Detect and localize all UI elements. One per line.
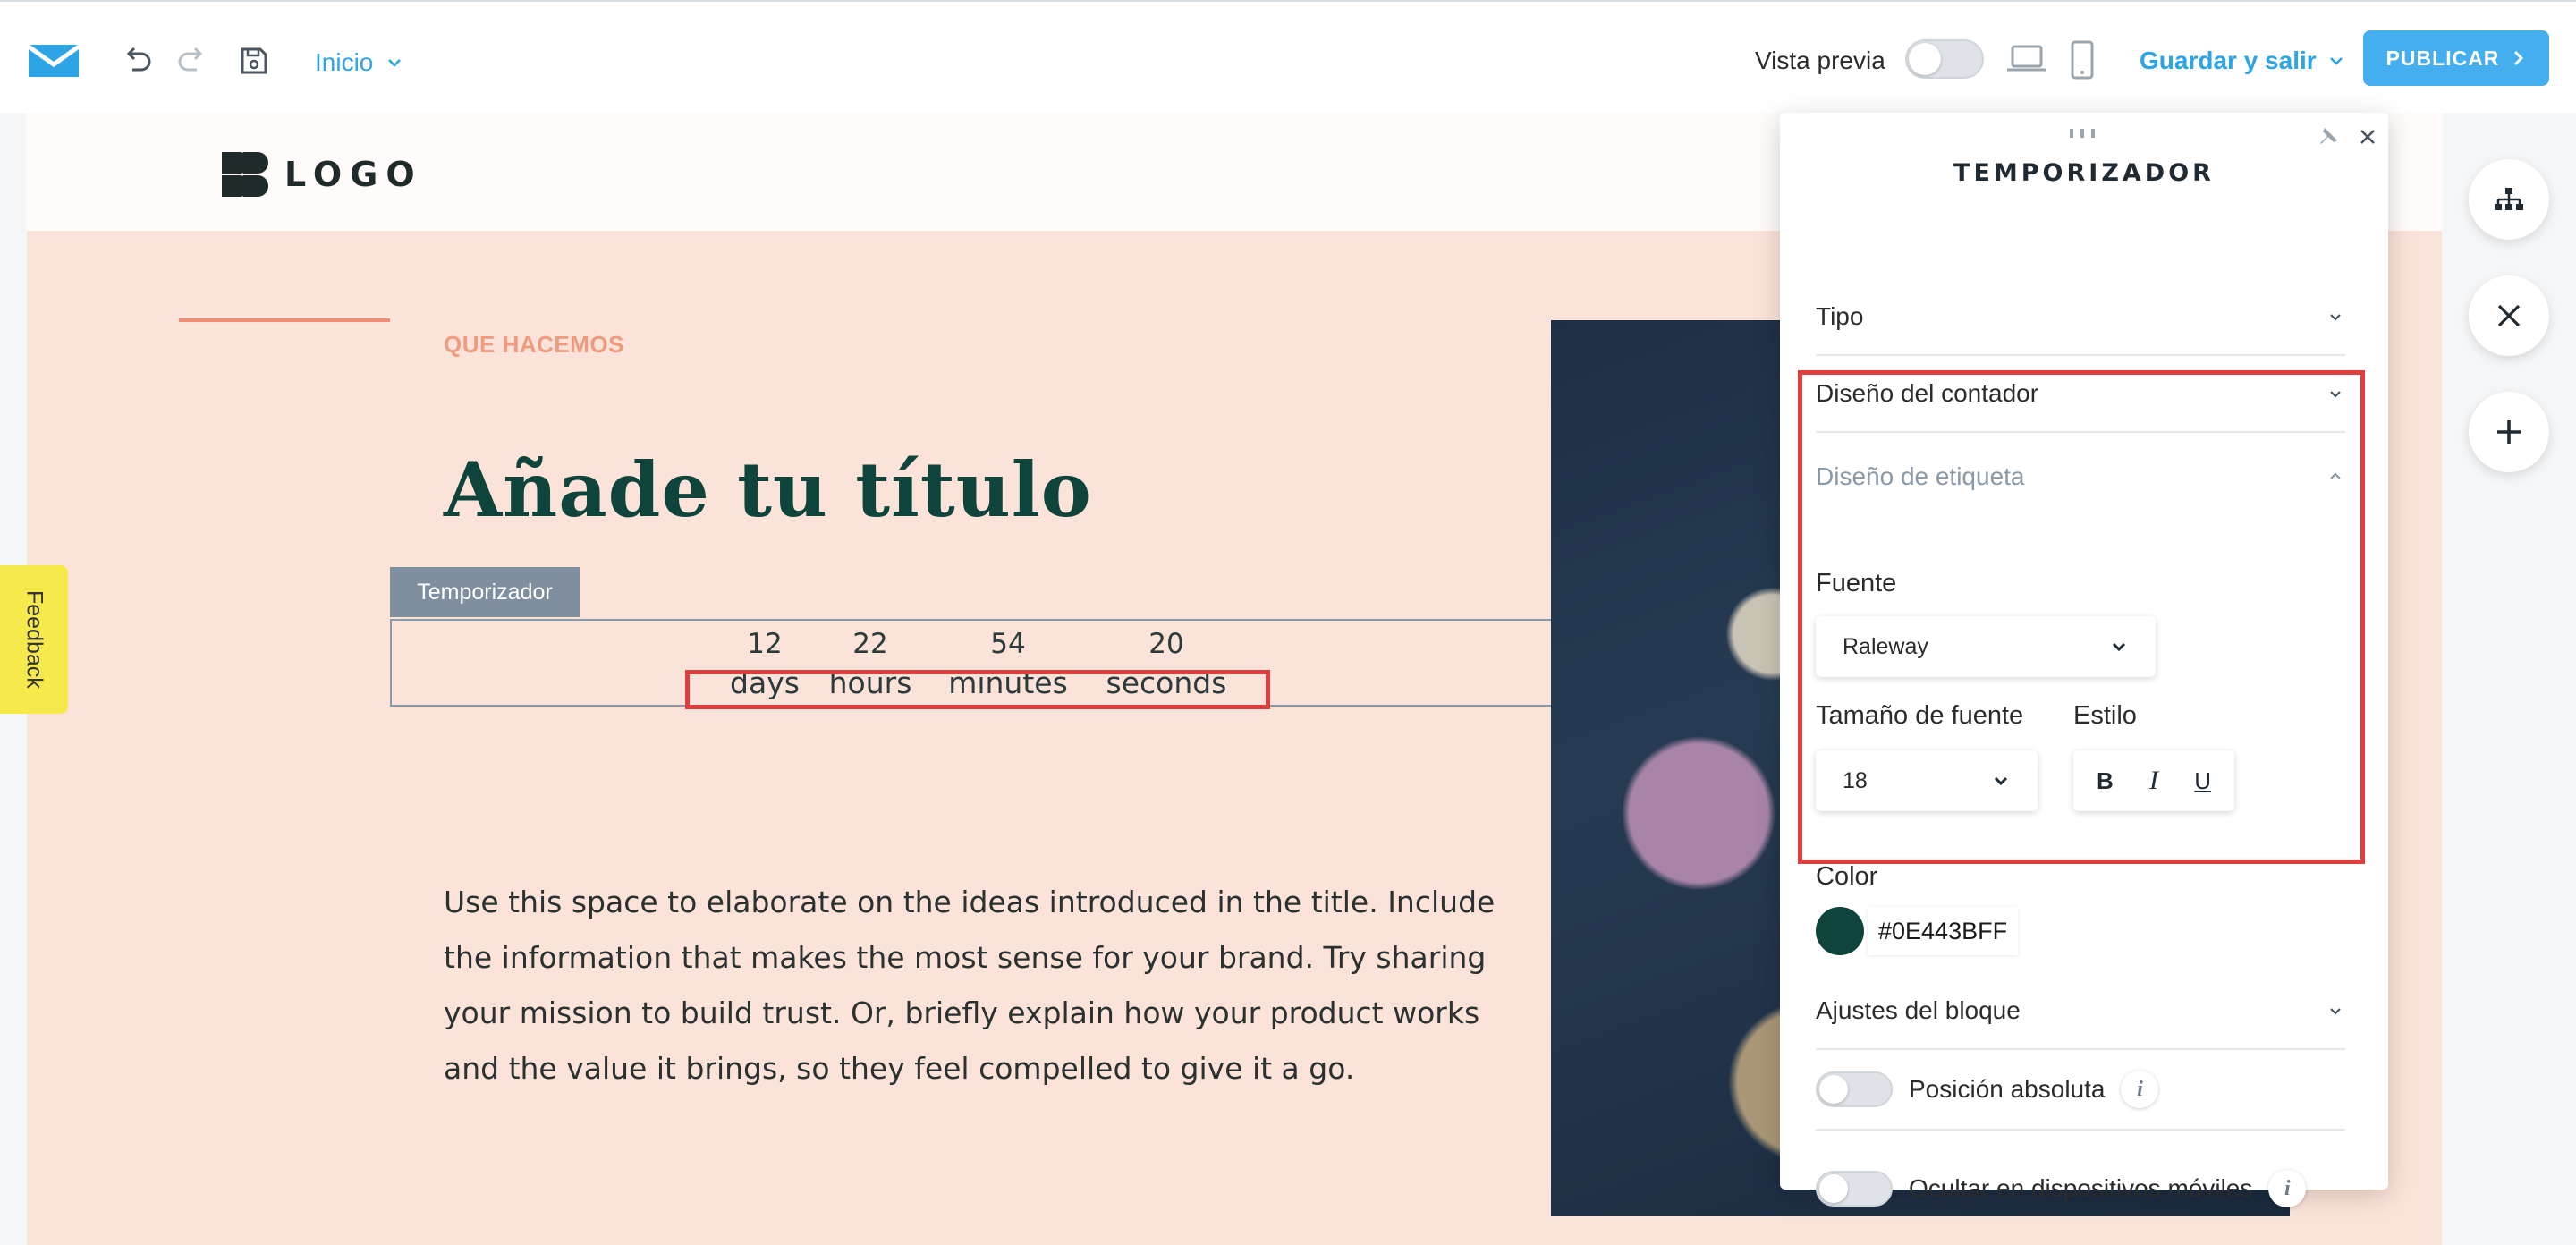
top-toolbar: Inicio Vista previa Guardar y salir PUBL… xyxy=(0,0,2576,113)
accordion-block-settings-label: Ajustes del bloque xyxy=(1816,996,2021,1024)
page-selector[interactable]: Inicio xyxy=(315,45,403,80)
section-headline[interactable]: Añade tu título xyxy=(444,445,1092,534)
body-line: Use this space to elaborate on the ideas… xyxy=(444,885,1496,919)
color-hex-input[interactable]: #0E443BFF xyxy=(1868,907,2019,955)
site-logo[interactable]: LOGO xyxy=(222,152,423,197)
chevron-down-icon xyxy=(2329,57,2343,65)
redo-icon[interactable] xyxy=(174,43,209,79)
save-and-exit-label: Guardar y salir xyxy=(2140,47,2317,74)
chevron-down-icon xyxy=(2330,1008,2341,1015)
absolute-position-toggle[interactable] xyxy=(1816,1071,1893,1107)
mobile-icon[interactable] xyxy=(2068,39,2097,80)
timer-values: 12 22 54 20 xyxy=(392,628,1578,667)
accordion-type-label: Tipo xyxy=(1816,302,1864,330)
section-eyebrow[interactable]: QUE HACEMOS xyxy=(444,331,624,359)
accordion-type[interactable]: Tipo xyxy=(1816,279,2345,356)
body-line: your mission to build trust. Or, briefly… xyxy=(444,995,1480,1030)
structure-button[interactable] xyxy=(2469,159,2549,240)
absolute-position-row: Posición absoluta i xyxy=(1816,1050,2345,1131)
desktop-icon[interactable] xyxy=(2005,41,2048,77)
site-logo-text: LOGO xyxy=(284,155,423,194)
feedback-label: Feedback xyxy=(21,590,47,689)
section-body-text[interactable]: Use this space to elaborate on the ideas… xyxy=(444,875,1553,1097)
body-line: the information that makes the most sens… xyxy=(444,940,1487,975)
body-line: and the value it brings, so they feel co… xyxy=(444,1051,1355,1086)
chevron-down-icon xyxy=(388,59,402,67)
selected-labels-outline xyxy=(685,670,1270,709)
save-and-exit-dropdown[interactable]: Guardar y salir xyxy=(2140,43,2345,79)
chevron-right-icon xyxy=(2514,50,2524,66)
hide-on-mobile-label: Ocultar en dispositivos móviles xyxy=(1909,1174,2253,1202)
accordion-block-settings[interactable]: Ajustes del bloque xyxy=(1816,973,2345,1050)
color-label: Color xyxy=(1816,862,1878,891)
preview-label: Vista previa xyxy=(1755,47,1885,74)
accent-line xyxy=(179,318,390,322)
absolute-position-label: Posición absoluta xyxy=(1909,1075,2106,1103)
color-swatch[interactable] xyxy=(1816,907,1864,955)
sitemap-icon xyxy=(2495,188,2523,210)
timer-minutes-value: 54 xyxy=(990,628,1026,660)
add-block-button[interactable] xyxy=(2469,392,2549,472)
timer-seconds-value: 20 xyxy=(1148,628,1184,660)
label-design-outline xyxy=(1798,370,2365,864)
close-icon[interactable] xyxy=(2354,123,2381,150)
publish-label: PUBLICAR xyxy=(2385,46,2500,70)
undo-icon[interactable] xyxy=(120,43,156,79)
timer-hours-value: 22 xyxy=(852,628,888,660)
logo-mark-icon xyxy=(222,152,268,197)
plus-icon xyxy=(2497,420,2521,444)
hide-on-mobile-row: Ocultar en dispositivos móviles i xyxy=(1816,1148,2352,1229)
page-selector-label: Inicio xyxy=(315,48,374,76)
timer-block-tab[interactable]: Temporizador xyxy=(390,567,580,617)
timer-days-value: 12 xyxy=(747,628,783,660)
hide-on-mobile-toggle[interactable] xyxy=(1816,1171,1893,1207)
envelope-logo-icon[interactable] xyxy=(27,41,80,80)
feedback-tab[interactable]: Feedback xyxy=(0,565,68,714)
panel-title: TEMPORIZADOR xyxy=(1953,159,2215,187)
pin-icon[interactable] xyxy=(2317,125,2340,148)
info-icon[interactable]: i xyxy=(2121,1071,2159,1108)
close-icon xyxy=(2497,304,2521,327)
close-editor-button[interactable] xyxy=(2469,275,2549,356)
drag-handle-icon[interactable] xyxy=(2070,129,2097,138)
chevron-down-icon xyxy=(2330,314,2341,321)
save-icon[interactable] xyxy=(236,43,272,79)
publish-button[interactable]: PUBLICAR xyxy=(2363,30,2549,86)
preview-toggle[interactable] xyxy=(1905,39,1984,79)
info-icon[interactable]: i xyxy=(2268,1170,2307,1207)
